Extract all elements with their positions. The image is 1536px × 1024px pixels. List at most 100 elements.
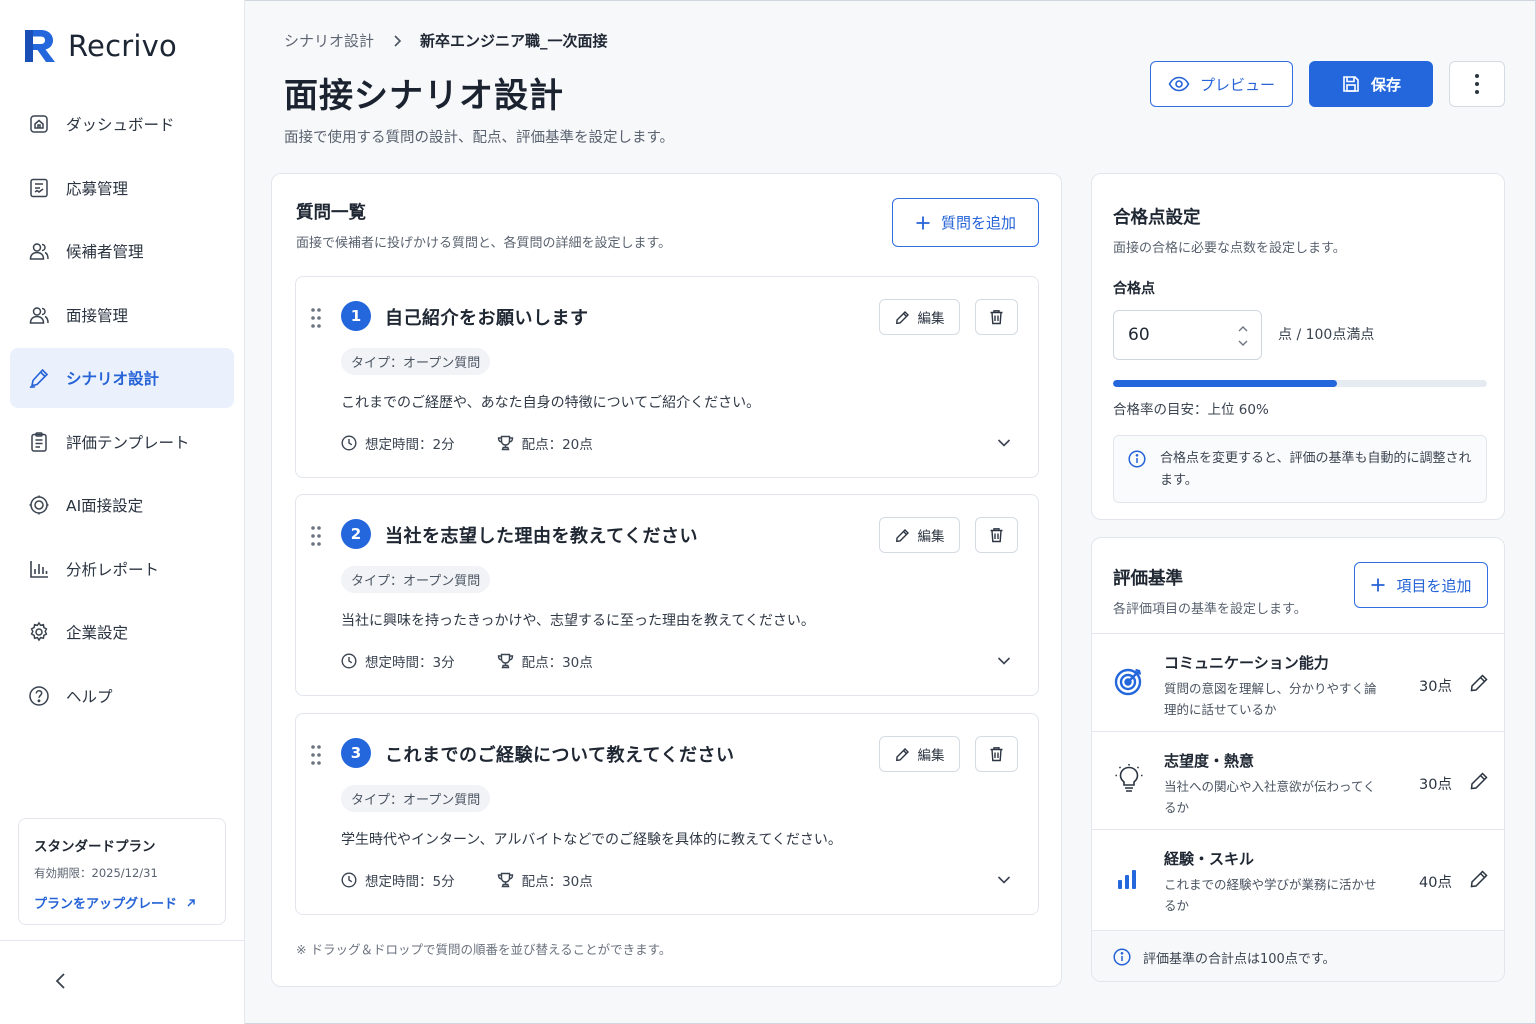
questions-title: 質問一覧 [296,203,366,223]
pass-score-label: 合格点 [1113,281,1155,297]
criterion-score: 30点 [1419,679,1452,695]
ai-icon [28,494,50,516]
page-subtitle: 面接で使用する質問の設計、配点、評価基準を設定します。 [284,130,675,146]
clock-icon [341,435,357,451]
sidebar-item-ai-interview[interactable]: AI面接設定 [10,475,234,535]
question-meta: 想定時間：5分 配点：30点 [341,870,593,890]
chevron-down-icon[interactable] [996,872,1012,888]
breadcrumb-item-scenario[interactable]: シナリオ設計 [284,30,374,51]
question-type-badge: タイプ：オープン質問 [341,785,491,812]
criterion-description: これまでの経験や学びが業務に活かせるか [1164,877,1377,913]
sidebar: Recrivo ダッシュボード 応募管理 候補者管理 面接管理 シナリオ設計 評… [0,0,245,1024]
sidebar-item-help[interactable]: ヘルプ [10,666,234,726]
criteria-title: 評価基準 [1113,569,1183,589]
drag-handle-icon[interactable] [310,307,322,329]
sidebar-item-candidates[interactable]: 候補者管理 [10,221,234,281]
logo-mark-icon [25,30,55,62]
question-score: 配点：30点 [497,870,593,890]
document-icon [28,177,50,199]
clock-icon [341,872,357,888]
page-title: 面接シナリオ設計 [284,76,564,116]
sidebar-item-label: 企業設定 [66,624,129,642]
questions-subtitle: 面接で候補者に投げかける質問と、各質問の詳細を設定します。 [296,236,672,251]
question-card[interactable]: 3 これまでのご経験について教えてください 編集 タイプ：オープン質問 学生時代… [295,713,1039,915]
pass-score-progress [1113,380,1487,387]
add-question-button[interactable]: 質問を追加 [892,198,1039,247]
pencil-icon[interactable] [1469,869,1489,889]
sidebar-item-templates[interactable]: 評価テンプレート [10,412,234,472]
preview-button[interactable]: プレビュー [1150,61,1293,107]
question-score-text: 配点：30点 [521,874,593,890]
edit-label: 編集 [917,529,945,545]
save-icon [1343,76,1359,92]
sidebar-item-label: ヘルプ [66,687,113,706]
bar-chart-icon [28,558,50,580]
question-meta: 想定時間：3分 配点：30点 [341,651,593,671]
pen-icon [28,367,50,389]
add-criterion-button[interactable]: 項目を追加 [1354,562,1488,608]
more-vertical-icon [1475,74,1479,94]
plus-icon [1371,578,1385,592]
pencil-icon[interactable] [1469,673,1489,693]
delete-question-button[interactable] [975,299,1018,335]
question-type-badge: タイプ：オープン質問 [341,566,491,593]
edit-label: 編集 [917,748,945,764]
chevron-down-icon[interactable] [996,435,1012,451]
chevron-down-icon[interactable] [996,653,1012,669]
app-name: Recrivo [68,29,177,63]
criterion-description: 当社への関心や入社意欲が伝わってくるか [1164,779,1376,815]
pass-score-value: 60 [1128,325,1150,345]
sidebar-item-interviews[interactable]: 面接管理 [10,285,234,345]
criterion-row[interactable]: 経験・スキル これまでの経験や学びが業務に活かせるか 40点 [1092,829,1504,927]
edit-question-button[interactable]: 編集 [879,736,960,772]
drag-handle-icon[interactable] [310,744,322,766]
trophy-icon [497,872,513,888]
sidebar-item-label: 候補者管理 [66,243,144,261]
pass-score-input[interactable]: 60 [1113,310,1262,360]
upgrade-plan-link[interactable]: プランをアップグレード [34,893,210,912]
target-icon [1112,664,1146,698]
question-time: 想定時間：3分 [341,651,455,671]
sidebar-item-label: シナリオ設計 [66,370,160,388]
sidebar-item-label: 分析レポート [66,560,160,579]
sidebar-item-reports[interactable]: 分析レポート [10,539,234,599]
drag-handle-icon[interactable] [310,525,322,547]
delete-question-button[interactable] [975,517,1018,553]
edit-question-button[interactable]: 編集 [879,517,960,553]
edit-question-button[interactable]: 編集 [879,299,960,335]
question-score-text: 配点：30点 [521,655,593,671]
save-label: 保存 [1370,75,1401,94]
add-criterion-label: 項目を追加 [1396,576,1472,595]
sidebar-item-label: ダッシュボード [66,116,175,134]
delete-question-button[interactable] [975,736,1018,772]
breadcrumb: シナリオ設計 新卒エンジニア職_一次面接 [284,30,608,51]
bar-chart-icon [1112,860,1146,894]
upgrade-plan-label: プランをアップグレード [34,897,178,912]
sidebar-item-company-settings[interactable]: 企業設定 [10,602,234,662]
question-score-text: 配点：20点 [521,437,593,453]
pencil-icon[interactable] [1469,771,1489,791]
sidebar-divider [0,940,245,941]
criterion-row[interactable]: コミュニケーション能力 質問の意図を理解し、分かりやすく論理的に話せているか 3… [1092,633,1504,731]
criteria-footer-text: 評価基準の合計点は100点です。 [1143,951,1336,967]
save-button[interactable]: 保存 [1309,61,1433,107]
clipboard-icon [28,431,50,453]
question-card[interactable]: 1 自己紹介をお願いします 編集 タイプ：オープン質問 これまでのご経歴や、あな… [295,276,1039,478]
sidebar-item-scenario[interactable]: シナリオ設計 [10,348,234,408]
info-icon [1128,450,1146,468]
external-arrow-icon [187,898,195,907]
pass-rate-text: 合格率の目安：上位 60% [1113,402,1269,418]
trash-icon [990,528,1003,543]
criterion-row[interactable]: 志望度・熱意 当社への関心や入社意欲が伝わってくるか 30点 [1092,731,1504,829]
sidebar-item-label: 面接管理 [66,306,129,325]
question-time-text: 想定時間：2分 [365,437,455,453]
collapse-sidebar-button[interactable] [50,970,72,992]
sidebar-item-dashboard[interactable]: ダッシュボード [10,94,234,154]
number-stepper-icon[interactable] [1237,323,1249,349]
logo[interactable]: Recrivo [22,28,177,64]
more-options-button[interactable] [1449,61,1505,107]
sidebar-item-applications[interactable]: 応募管理 [10,158,234,218]
criteria-panel: 評価基準 各評価項目の基準を設定します。 項目を追加 コミュニケーション能力 質… [1091,537,1505,982]
question-number: 3 [341,738,371,768]
question-card[interactable]: 2 当社を志望した理由を教えてください 編集 タイプ：オープン質問 当社に興味を… [295,494,1039,696]
